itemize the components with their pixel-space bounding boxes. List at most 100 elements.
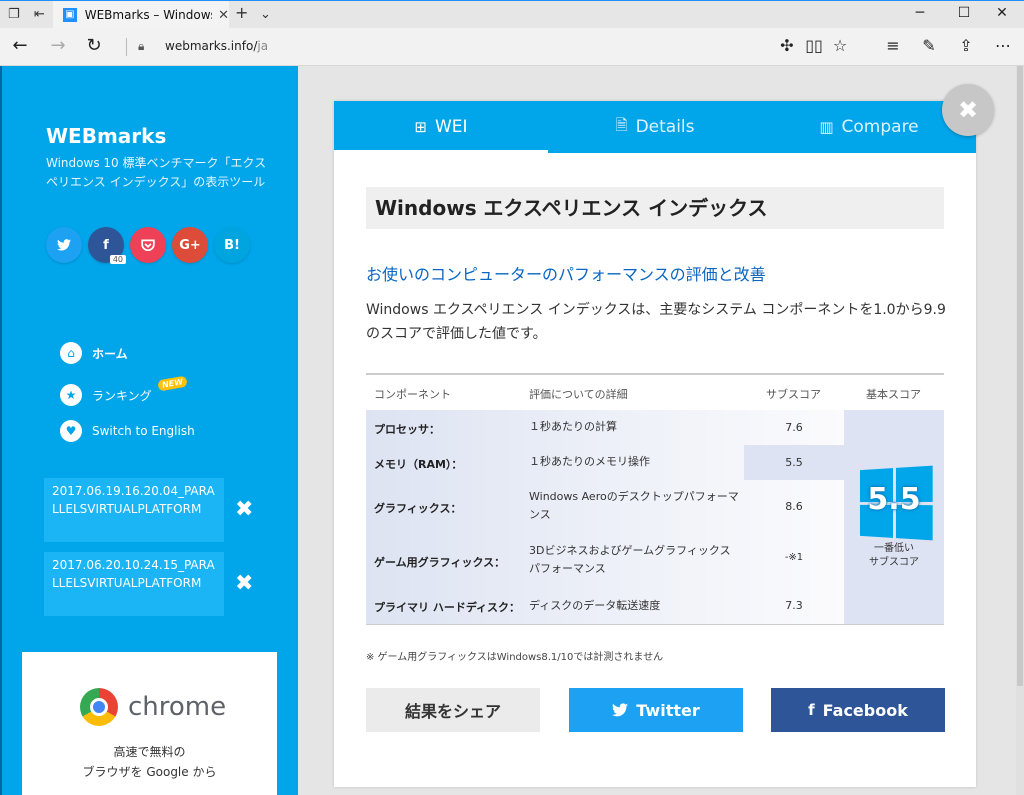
hub-icon[interactable]: ≡	[882, 37, 904, 55]
googleplus-share-button[interactable]: G+	[172, 227, 208, 263]
tab-manager-icon[interactable]: ❐	[8, 7, 20, 23]
row-detail: Windows Aeroのデスクトップパフォーマンス	[529, 490, 739, 521]
header-component: コンポーネント	[374, 388, 451, 401]
more-icon[interactable]: ⋯	[992, 37, 1014, 55]
modal-tabs: ⊞ WEI 🗎︎ Details ▥ Compare	[334, 101, 976, 153]
delete-history-icon[interactable]: ✖	[235, 571, 253, 596]
twitter-share-button[interactable]	[46, 227, 82, 263]
twitter-button-label: Twitter	[636, 700, 700, 720]
header-subscore: サブスコア	[766, 388, 821, 401]
googleplus-icon: G+	[179, 237, 201, 253]
tab-compare-label: Compare	[841, 117, 919, 137]
menu-item-home-label: ホーム	[92, 346, 128, 361]
facebook-share-button[interactable]: f 40	[88, 227, 126, 264]
minimize-icon[interactable]: ─	[910, 5, 930, 21]
left-edge	[0, 66, 2, 795]
twitter-icon	[612, 703, 629, 717]
browser-tab[interactable]: ▣ WEBmarks – Windows 1 ✕	[53, 1, 229, 29]
hatena-bookmark-button[interactable]: B!	[214, 227, 250, 263]
tab-dropdown-icon[interactable]: ⌄	[260, 7, 271, 23]
pen-icon[interactable]: ✎	[918, 37, 940, 55]
document-icon: 🗎︎	[615, 115, 628, 134]
favorite-icon[interactable]: ☆	[829, 37, 851, 55]
url-field[interactable]: webmarks.info/ja	[165, 39, 268, 53]
row-subscore: 7.6	[785, 421, 803, 434]
tab-title: WEBmarks – Windows 1	[84, 8, 213, 22]
delete-history-icon[interactable]: ✖	[235, 497, 253, 522]
facebook-button[interactable]: f Facebook	[771, 688, 945, 732]
share-icon[interactable]: ⇪	[955, 37, 977, 55]
back-icon[interactable]: ←	[8, 36, 32, 56]
twitter-button[interactable]: Twitter	[569, 688, 743, 732]
row-component: ゲーム用グラフィックス：	[374, 556, 506, 569]
row-component: メモリ（RAM）：	[374, 458, 463, 471]
wei-heading: Windows エクスペリエンス インデックス	[366, 187, 944, 229]
table-row: グラフィックス： Windows Aeroのデスクトップパフォーマンス 8.6	[366, 480, 844, 534]
windows-icon: ⊞	[414, 118, 427, 136]
page-scrollbar[interactable]	[1016, 66, 1024, 795]
tab-details[interactable]: 🗎︎ Details	[548, 101, 762, 153]
home-icon: ⌂	[60, 342, 82, 364]
header-basescore: 基本スコア	[866, 388, 921, 401]
favicon-icon: ▣	[63, 8, 77, 22]
menu-item-ranking[interactable]: ★ ランキング	[60, 384, 152, 406]
base-label-line-1: 一番低い	[874, 543, 914, 554]
table-row: プライマリ ハードディスク： ディスクのデータ転送速度 7.3	[366, 588, 844, 624]
close-modal-icon: ✖	[957, 96, 979, 124]
ad-text: 高速で無料の ブラウザを Google から	[22, 742, 277, 782]
heart-icon: ♥	[60, 420, 82, 442]
maximize-icon[interactable]: ☐	[954, 5, 974, 21]
row-subscore: 5.5	[744, 445, 844, 480]
pocket-icon	[141, 239, 155, 251]
share-results-button[interactable]: 結果をシェア	[366, 688, 540, 732]
hatena-icon: B!	[224, 237, 240, 253]
ad-line-1: 高速で無料の	[113, 745, 186, 759]
wei-description: Windows エクスペリエンス インデックスは、主要なシステム コンポーネント…	[366, 302, 946, 342]
close-modal-button[interactable]: ✖	[942, 84, 994, 136]
facebook-icon: f	[103, 237, 109, 253]
scrollbar-thumb[interactable]	[1017, 66, 1023, 686]
url-host: webmarks.info/	[165, 39, 258, 53]
tab-wei[interactable]: ⊞ WEI	[334, 101, 548, 153]
row-component: グラフィックス：	[374, 502, 462, 515]
pocket-button[interactable]	[130, 227, 166, 263]
history-item[interactable]: 2017.06.19.16.20.04_PARALLELSVIRTUALPLAT…	[44, 478, 224, 542]
star-icon: ★	[60, 384, 82, 406]
tab-wei-label: WEI	[435, 117, 468, 137]
menu-item-english[interactable]: ♥ Switch to English	[60, 420, 195, 442]
table-row: プロセッサ： １秒あたりの計算 7.6	[366, 410, 844, 445]
row-subscore: -※1	[784, 552, 804, 563]
menu-item-ranking-label: ランキング	[92, 388, 152, 403]
results-modal: ⊞ WEI 🗎︎ Details ▥ Compare Windows エクスペリ…	[334, 101, 976, 787]
extension-icon[interactable]: ✣	[776, 37, 798, 55]
footnote: ※ ゲーム用グラフィックスはWindows8.1/10では計測されません	[366, 652, 664, 663]
table-header: コンポーネント 評価についての詳細 サブスコア 基本スコア	[366, 375, 944, 410]
chrome-logo-icon	[80, 688, 118, 726]
address-bar: ← → ↻ 🔒︎ webmarks.info/ja ✣ ▯▯ ☆ ≡ ✎ ⇪ ⋯	[0, 28, 1024, 66]
site-title[interactable]: WEBmarks	[46, 124, 166, 148]
row-component: プライマリ ハードディスク：	[374, 601, 521, 614]
base-label-line-2: サブスコア	[869, 557, 919, 568]
twitter-icon	[57, 239, 71, 251]
history-item[interactable]: 2017.06.20.10.24.15_PARALLELSVIRTUALPLAT…	[44, 552, 224, 616]
close-icon[interactable]: ✕	[992, 5, 1012, 21]
facebook-button-label: Facebook	[822, 700, 908, 720]
set-aside-tabs-icon[interactable]: ⇤	[34, 7, 45, 23]
row-detail: １秒あたりの計算	[529, 420, 617, 433]
site-description: Windows 10 標準ベンチマーク「エクスペリエンス インデックス」の表示ツ…	[46, 156, 267, 189]
ad-line-2: ブラウザを Google から	[82, 765, 217, 779]
new-tab-icon[interactable]: +	[235, 5, 248, 21]
reading-view-icon[interactable]: ▯▯	[803, 37, 825, 55]
share-results-label: 結果をシェア	[404, 702, 501, 721]
tab-close-icon[interactable]: ✕	[218, 8, 229, 23]
wei-subheading: お使いのコンピューターのパフォーマンスの評価と改善	[366, 265, 766, 284]
lock-icon[interactable]: 🔒︎	[138, 39, 144, 54]
table-row: メモリ（RAM）： １秒あたりのメモリ操作 5.5	[366, 445, 844, 480]
header-detail: 評価についての詳細	[529, 388, 628, 401]
refresh-icon[interactable]: ↻	[82, 36, 106, 56]
forward-icon[interactable]: →	[46, 36, 70, 56]
table-row: ゲーム用グラフィックス： 3Dビジネスおよびゲームグラフィックスパフォーマンス …	[366, 534, 844, 588]
new-badge: NEW	[157, 375, 188, 392]
menu-item-home[interactable]: ⌂ ホーム	[60, 342, 128, 364]
chrome-ad[interactable]: chrome 高速で無料の ブラウザを Google から	[22, 652, 277, 795]
